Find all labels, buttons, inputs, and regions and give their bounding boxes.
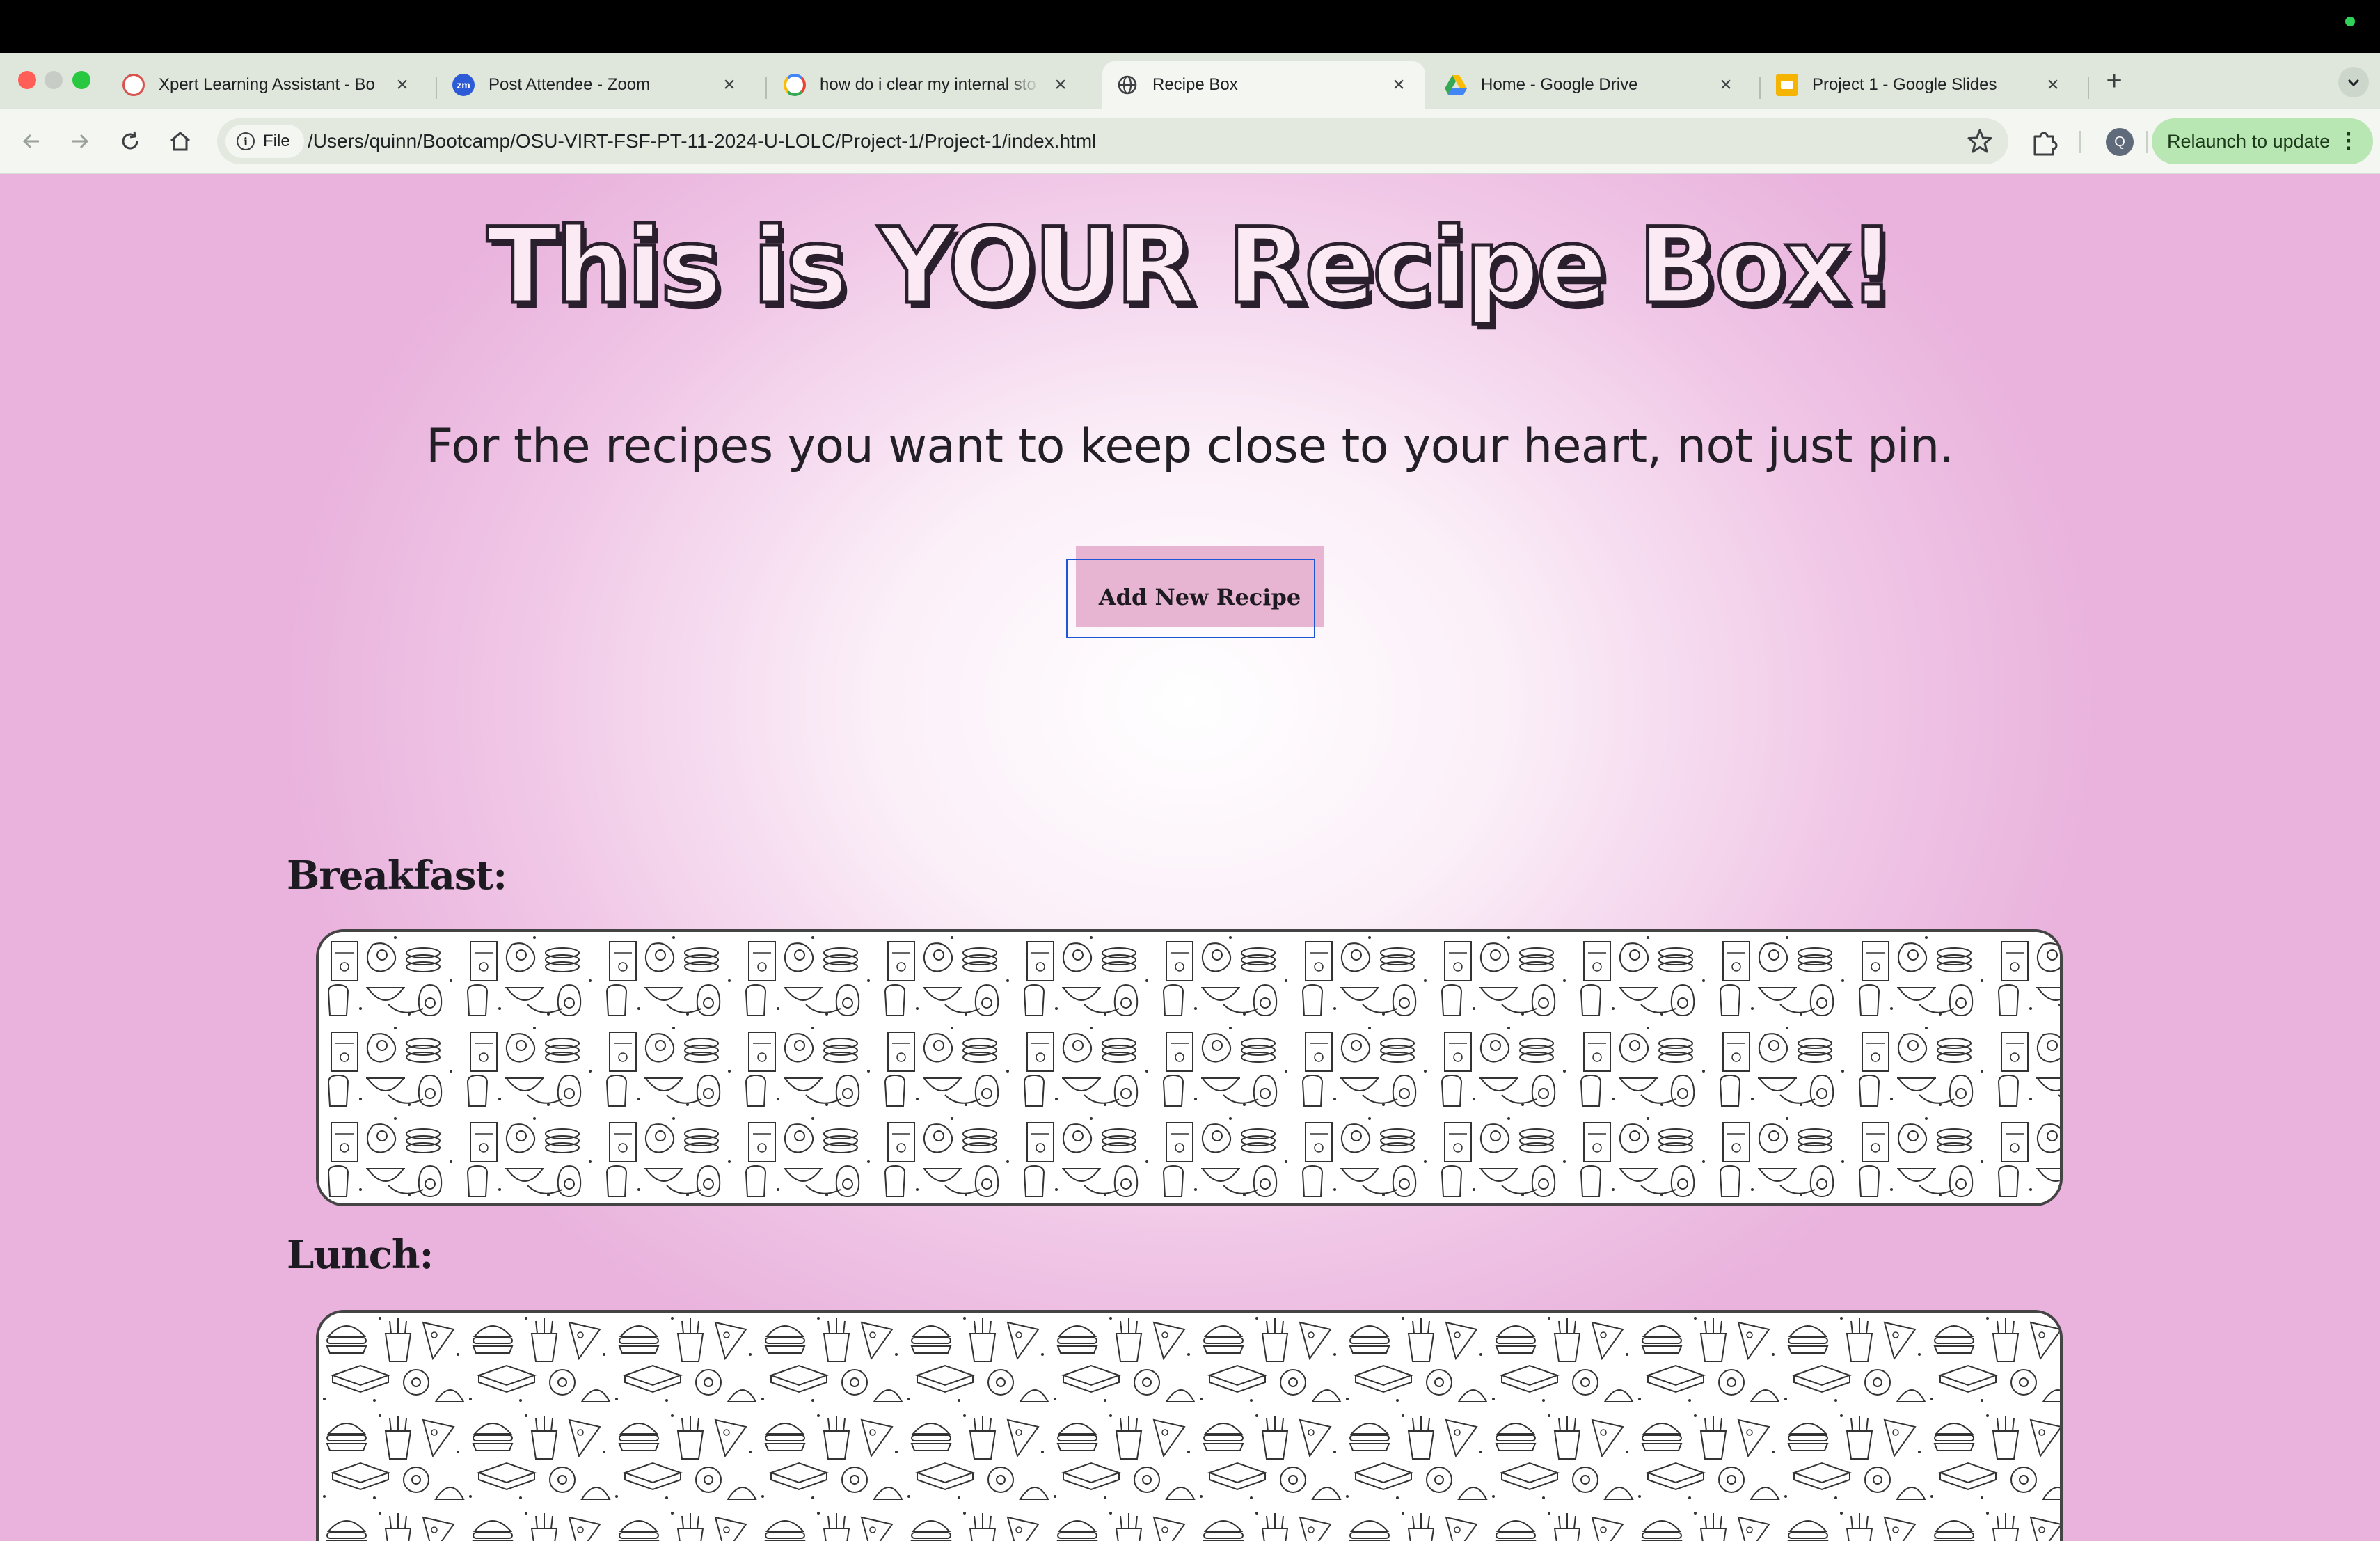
lunch-heading: Lunch:	[287, 1232, 434, 1278]
window-minimize-button[interactable]	[45, 71, 63, 89]
home-icon	[170, 132, 190, 151]
more-vertical-icon[interactable]: ⋮	[2338, 130, 2359, 152]
page-title: This is YOUR Recipe Box!	[485, 205, 1898, 329]
add-recipe-wrapper: Add New Recipe	[1066, 546, 1324, 638]
tab-search-button[interactable]	[2338, 67, 2369, 97]
tab-label: Recipe Box	[1152, 75, 1238, 94]
tab-divider	[436, 77, 437, 99]
tab-close-icon[interactable]: ×	[390, 72, 415, 97]
tab-google-drive[interactable]: Home - Google Drive ×	[1431, 61, 1752, 109]
tab-label: how do i clear my internal sto	[820, 75, 1036, 94]
browser-toolbar: i File /Users/quinn/Bootcamp/OSU-VIRT-FS…	[0, 109, 2380, 174]
url-text[interactable]: /Users/quinn/Bootcamp/OSU-VIRT-FSF-PT-11…	[308, 118, 1096, 164]
google-drive-icon	[1445, 74, 1467, 96]
chevron-down-icon	[2347, 79, 2360, 87]
tab-google-slides[interactable]: Project 1 - Google Slides ×	[1762, 61, 2079, 109]
tab-divider	[2088, 77, 2089, 99]
tab-zoom[interactable]: zm Post Attendee - Zoom ×	[438, 61, 756, 109]
back-button[interactable]	[14, 124, 49, 159]
add-new-recipe-button[interactable]: Add New Recipe	[1076, 546, 1324, 627]
tab-close-icon[interactable]: ×	[717, 72, 742, 97]
tab-google-search[interactable]: how do i clear my internal sto ×	[770, 61, 1087, 109]
extensions-puzzle-icon[interactable]	[2026, 124, 2061, 159]
tab-label: Xpert Learning Assistant - Bo	[159, 75, 375, 94]
tab-recipe-box[interactable]: Recipe Box ×	[1102, 61, 1425, 109]
bookmark-star-icon[interactable]	[1965, 127, 1994, 156]
tab-label: Post Attendee - Zoom	[489, 75, 651, 94]
profile-avatar[interactable]: Q	[2106, 128, 2134, 156]
relaunch-to-update-button[interactable]: Relaunch to update ⋮	[2152, 118, 2373, 164]
recording-indicator-icon	[2345, 17, 2355, 26]
tab-divider	[765, 77, 767, 99]
tab-close-icon[interactable]: ×	[1048, 72, 1073, 97]
os-menu-bar	[0, 0, 2380, 53]
site-info-chip[interactable]: i File	[225, 125, 304, 158]
tab-label: Project 1 - Google Slides	[1812, 75, 1997, 94]
google-slides-icon	[1776, 74, 1798, 96]
info-icon: i	[237, 132, 255, 150]
toolbar-divider	[2079, 131, 2081, 153]
google-icon	[784, 74, 806, 96]
breakfast-doodle-pattern	[319, 932, 2060, 1203]
tab-divider	[1759, 77, 1761, 99]
arrow-right-icon	[72, 134, 89, 149]
home-button[interactable]	[163, 124, 198, 159]
forward-button[interactable]	[63, 124, 97, 159]
relaunch-label: Relaunch to update	[2167, 130, 2331, 152]
page-subtitle: For the recipes you want to keep close t…	[426, 419, 1954, 474]
globe-icon	[1116, 74, 1139, 96]
window-close-button[interactable]	[18, 71, 36, 89]
lunch-recipe-card[interactable]	[316, 1310, 2063, 1541]
tab-close-icon[interactable]: ×	[2040, 72, 2065, 97]
site-info-label: File	[263, 132, 290, 150]
tab-close-icon[interactable]: ×	[1386, 72, 1411, 97]
reload-button[interactable]	[113, 124, 148, 159]
address-bar[interactable]: i File /Users/quinn/Bootcamp/OSU-VIRT-FS…	[217, 118, 2008, 164]
recipe-box-page: This is YOUR Recipe Box! For the recipes…	[0, 174, 2380, 1541]
reload-icon	[122, 131, 138, 150]
toolbar-divider	[2146, 131, 2148, 153]
lunch-doodle-pattern	[319, 1313, 2060, 1541]
zoom-icon: zm	[452, 74, 475, 96]
tab-xpert[interactable]: Xpert Learning Assistant - Bo ×	[109, 61, 429, 109]
arrow-left-icon	[22, 134, 39, 149]
breakfast-recipe-card[interactable]	[316, 929, 2063, 1206]
breakfast-heading: Breakfast:	[287, 853, 507, 899]
new-tab-button[interactable]: +	[2100, 67, 2128, 96]
xpert-icon	[122, 74, 145, 96]
tab-label: Home - Google Drive	[1481, 75, 1638, 94]
tab-close-icon[interactable]: ×	[1713, 72, 1738, 97]
window-zoom-button[interactable]	[72, 71, 90, 89]
tab-strip: Xpert Learning Assistant - Bo × zm Post …	[0, 53, 2380, 109]
